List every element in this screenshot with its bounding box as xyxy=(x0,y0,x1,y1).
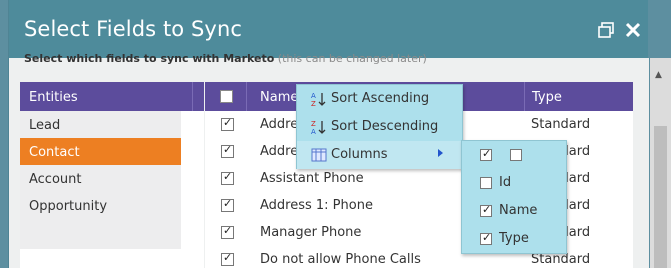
row-checkbox[interactable] xyxy=(221,224,234,239)
columns-submenu: Id Name Type xyxy=(461,140,567,254)
row-checkbox[interactable] xyxy=(221,197,234,212)
sort-descending-icon: Z A xyxy=(311,120,326,135)
row-checkbox[interactable] xyxy=(221,251,234,266)
entities-list: Lead Contact Account Opportunity xyxy=(20,111,181,219)
entities-header: Entities xyxy=(20,82,204,111)
row-checkbox[interactable] xyxy=(221,116,234,131)
columns-icon xyxy=(311,148,327,162)
table-row: Assistant Phone Standard xyxy=(205,165,633,192)
field-name: Manager Phone xyxy=(260,225,362,240)
type-column-header[interactable]: Type xyxy=(524,82,633,111)
column-name-checkbox[interactable] xyxy=(480,203,492,217)
svg-text:Z: Z xyxy=(311,120,316,128)
sort-ascending-icon: A Z xyxy=(311,92,326,107)
field-name: Do not allow Phone Calls xyxy=(260,252,421,267)
sort-ascending-label: Sort Ascending xyxy=(331,91,430,106)
sort-ascending-item[interactable]: A Z Sort Ascending xyxy=(297,85,462,113)
submenu-arrow-icon xyxy=(438,149,443,157)
submenu-checkbox-empty[interactable] xyxy=(510,149,522,161)
restore-window-icon[interactable] xyxy=(598,22,614,38)
svg-text:Z: Z xyxy=(311,100,316,107)
row-checkbox[interactable] xyxy=(221,170,234,185)
field-type: Standard xyxy=(531,252,591,267)
entity-item-opportunity[interactable]: Opportunity xyxy=(20,192,181,219)
svg-text:A: A xyxy=(311,128,316,135)
dialog-title: Select Fields to Sync xyxy=(24,17,243,41)
sort-descending-item[interactable]: Z A Sort Descending xyxy=(297,113,462,141)
table-row: Do not allow Phone Calls Standard xyxy=(205,246,633,268)
field-name: Assistant Phone xyxy=(260,171,364,186)
dialog-scrollbar[interactable]: ▲ xyxy=(650,58,671,268)
name-column-header[interactable]: Name xyxy=(260,90,298,105)
scroll-thumb[interactable] xyxy=(654,126,667,268)
column-option-type[interactable]: Type xyxy=(462,225,566,253)
column-context-menu: A Z Sort Ascending Z A Sort Descending C… xyxy=(296,84,463,169)
column-id-label: Id xyxy=(499,175,512,190)
select-all-column xyxy=(205,82,247,111)
field-type: Standard xyxy=(531,117,591,132)
column-type-checkbox[interactable] xyxy=(480,231,492,245)
entity-item-contact[interactable]: Contact xyxy=(20,138,181,165)
table-row: Manager Phone Standard xyxy=(205,219,633,246)
scroll-up-arrow-icon[interactable]: ▲ xyxy=(655,70,662,80)
entities-header-separator xyxy=(192,82,204,111)
instructions-hint: (this can be changed later) xyxy=(277,52,427,65)
sort-descending-label: Sort Descending xyxy=(331,119,439,134)
table-row: Address 1: Phone Standard xyxy=(205,192,633,219)
columns-item[interactable]: Columns xyxy=(297,141,462,169)
close-icon[interactable] xyxy=(625,22,641,38)
submenu-header-row xyxy=(462,141,566,169)
entities-panel: Entities Lead Contact Account Opportunit… xyxy=(20,82,204,268)
column-type-label: Type xyxy=(499,231,529,246)
entity-item-account[interactable]: Account xyxy=(20,165,181,192)
row-checkbox[interactable] xyxy=(221,143,234,158)
column-option-name[interactable]: Name xyxy=(462,197,566,225)
column-name-label: Name xyxy=(499,203,538,218)
instructions-main: Select which fields to sync with Marketo xyxy=(24,52,275,65)
column-id-checkbox[interactable] xyxy=(480,177,492,189)
select-all-checkbox[interactable] xyxy=(220,90,233,103)
columns-label: Columns xyxy=(331,147,388,162)
column-option-id[interactable]: Id xyxy=(462,169,566,197)
entities-header-label: Entities xyxy=(29,90,78,105)
entity-item-lead[interactable]: Lead xyxy=(20,111,181,138)
svg-text:A: A xyxy=(311,92,316,100)
entities-list-filler xyxy=(20,219,181,249)
instructions-text: Select which fields to sync with Marketo… xyxy=(24,52,427,65)
submenu-checkbox-checked[interactable] xyxy=(480,147,492,161)
dialog-header: Select Fields to Sync xyxy=(9,0,648,58)
field-name: Address 1: Phone xyxy=(260,198,373,213)
